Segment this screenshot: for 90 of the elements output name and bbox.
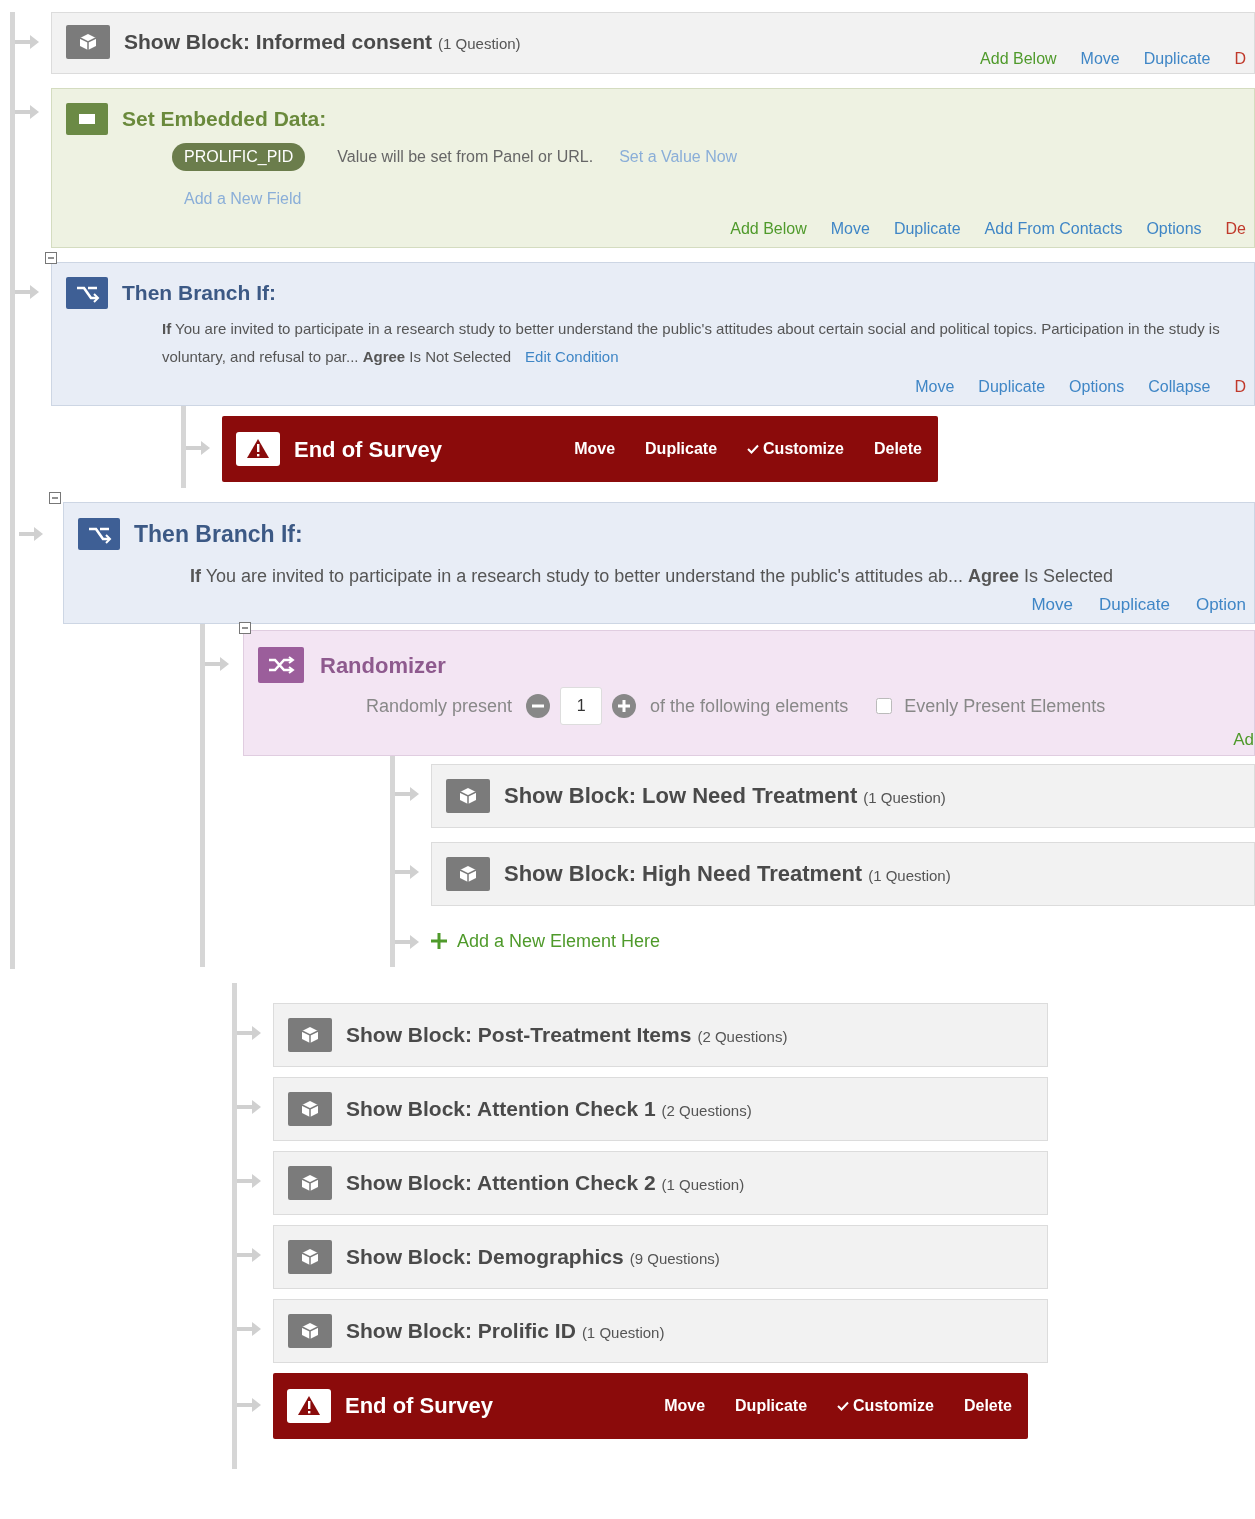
condition-text: If You are invited to participate in a research study to better understand the public's attitudes about certain social and political topics. Participation in the study is voluntary, and refusal to par... Agree Is Not Selected Edit Condition (161, 319, 1221, 367)
action-link[interactable]: Move (664, 1393, 706, 1418)
arrow-icon (19, 524, 45, 544)
add-element-link[interactable]: Add a New Element Here (431, 927, 661, 955)
field-note: Value will be set from Panel or URL. (337, 147, 594, 167)
count-field[interactable]: 1 (560, 687, 603, 725)
arrow-icon (15, 282, 41, 302)
plus-icon (431, 933, 447, 949)
block-title: Show Block: High Need Treatment (504, 860, 863, 888)
action-link[interactable]: Move (915, 375, 955, 399)
action-link[interactable]: Duplicate (1099, 591, 1170, 617)
block-title: Show Block: Demographics (346, 1243, 624, 1270)
action-link[interactable]: Option (1195, 591, 1246, 617)
action-link[interactable]: Ad (1233, 727, 1254, 753)
cube-icon (288, 1165, 332, 1200)
action-link[interactable]: Move (1031, 591, 1074, 617)
question-count: (1 Question) (868, 866, 951, 886)
branch-title: Then Branch If: (134, 520, 303, 549)
shuffle-icon (258, 647, 304, 683)
condition-text: If You are invited to participate in a research study to better understand the public's attitudes ab... Agree Is Selected (189, 564, 1114, 588)
plus-icon[interactable] (612, 694, 637, 718)
randomizer-label: of the following elements (650, 694, 849, 718)
action-link[interactable]: D (1234, 47, 1246, 71)
block-title: Show Block: Informed consent (124, 29, 433, 56)
cube-icon (288, 1017, 332, 1052)
cube-icon (446, 778, 490, 813)
question-count: (1 Question) (863, 788, 946, 808)
warning-icon (287, 1388, 331, 1423)
customize-link[interactable]: Customize (837, 1393, 934, 1418)
action-link[interactable]: De (1225, 217, 1246, 241)
field-pill[interactable]: PROLIFIC_PID (172, 143, 306, 171)
branch-icon (66, 277, 108, 309)
action-link[interactable]: Move (574, 437, 616, 461)
action-link[interactable]: Add From Contacts (984, 217, 1123, 241)
collapse-icon[interactable] (45, 252, 57, 264)
collapse-icon[interactable] (49, 492, 61, 504)
block-title: Show Block: Low Need Treatment (504, 782, 858, 810)
randomizer-title: Randomizer (320, 651, 446, 680)
branch-title: Then Branch If: (122, 280, 276, 307)
end-title: End of Survey (294, 435, 443, 464)
arrow-icon (15, 102, 41, 122)
block-title: Show Block: Attention Check 2 (346, 1169, 656, 1196)
randomizer-label: Randomly present (366, 694, 513, 718)
set-value-link[interactable]: Set a Value Now (619, 145, 738, 169)
action-link[interactable]: Duplicate (645, 437, 718, 461)
checkbox[interactable] (876, 698, 893, 714)
arrow-icon (186, 438, 212, 458)
checkbox-label: Evenly Present Elements (904, 694, 1106, 718)
end-title: End of Survey (345, 1392, 494, 1420)
block-title: Show Block: Prolific ID (346, 1317, 576, 1344)
action-link[interactable]: Duplicate (1143, 47, 1211, 71)
branch-icon (78, 518, 120, 551)
cube-icon (446, 856, 490, 891)
action-link[interactable]: Duplicate (893, 217, 961, 241)
action-link[interactable]: Collapse (1148, 375, 1211, 399)
edit-condition-link[interactable]: Edit Condition (525, 348, 619, 365)
block-title: Show Block: Post-Treatment Items (346, 1021, 692, 1048)
cube-icon (288, 1091, 332, 1126)
question-count: (2 Questions) (661, 1100, 752, 1121)
action-link[interactable]: Add Below (980, 47, 1057, 71)
question-count: (1 Question) (661, 1174, 745, 1195)
cube-icon (288, 1313, 332, 1348)
action-link[interactable]: Move (830, 217, 870, 241)
collapse-icon[interactable] (239, 622, 251, 634)
customize-link[interactable]: Customize (747, 437, 844, 461)
check-icon (837, 1400, 850, 1411)
question-count: (2 Questions) (697, 1026, 788, 1047)
arrow-icon (15, 32, 41, 52)
action-link[interactable]: Duplicate (735, 1393, 808, 1418)
action-link[interactable]: Add Below (730, 217, 807, 241)
data-icon (66, 103, 108, 135)
add-field-link[interactable]: Add a New Field (184, 187, 302, 211)
action-link[interactable]: D (1234, 375, 1246, 399)
action-link[interactable]: Options (1069, 375, 1125, 399)
question-count: (9 Questions) (629, 1248, 720, 1269)
question-count: (1 Question) (581, 1322, 665, 1343)
minus-icon[interactable] (526, 694, 551, 718)
action-link[interactable]: Move (1080, 47, 1120, 71)
arrow-icon (205, 654, 231, 674)
action-link[interactable]: Options (1146, 217, 1202, 241)
check-icon (747, 444, 760, 454)
action-link[interactable]: Delete (963, 1393, 1012, 1418)
action-link[interactable]: Duplicate (978, 375, 1046, 399)
question-count: (1 Question) (438, 34, 521, 55)
block-title: Show Block: Attention Check 1 (346, 1095, 656, 1122)
section-title: Set Embedded Data: (122, 106, 327, 133)
action-link[interactable]: Delete (873, 437, 922, 461)
warning-icon (236, 432, 280, 466)
cube-icon (288, 1239, 332, 1274)
cube-icon (66, 25, 110, 59)
